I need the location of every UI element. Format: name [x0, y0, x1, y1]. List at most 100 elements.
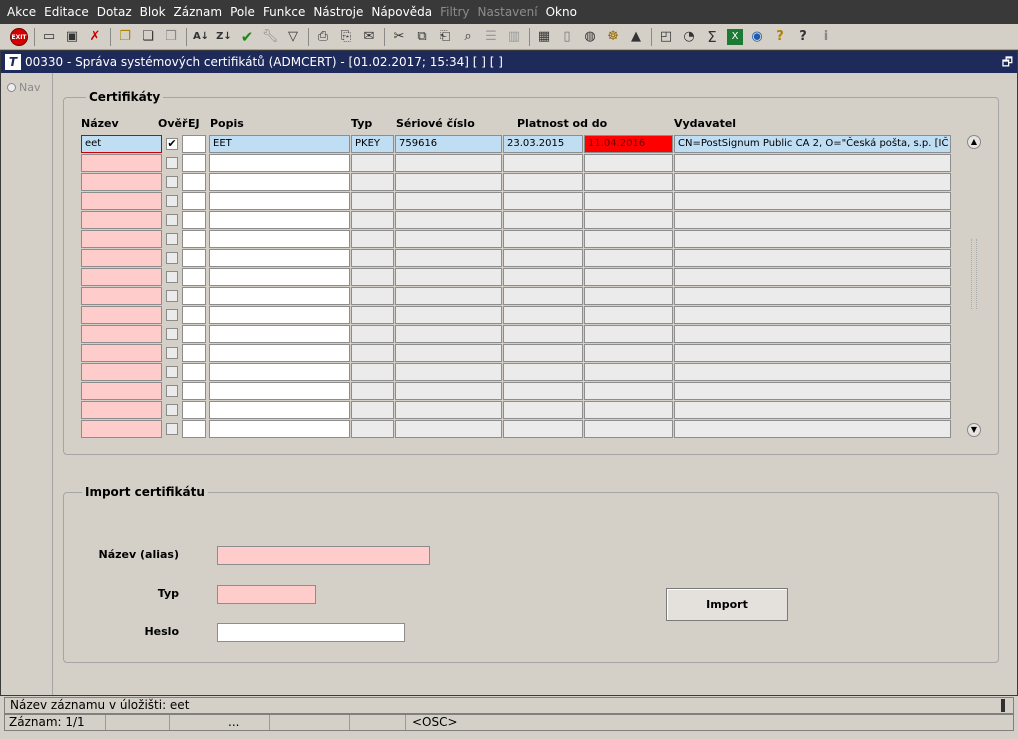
- cell-typ[interactable]: [351, 268, 394, 286]
- cell-typ[interactable]: [351, 325, 394, 343]
- cell-vydavatel[interactable]: [674, 192, 951, 210]
- cell-popis[interactable]: [209, 268, 350, 286]
- cell-platnost-od[interactable]: [503, 249, 583, 267]
- cell-nazev[interactable]: [81, 268, 162, 286]
- cell-platnost-do[interactable]: [584, 230, 673, 248]
- import-button[interactable]: Import: [666, 588, 788, 621]
- cell-popis[interactable]: [209, 249, 350, 267]
- cell-seriove[interactable]: [395, 382, 502, 400]
- cell-platnost-do[interactable]: [584, 249, 673, 267]
- cell-typ[interactable]: [351, 173, 394, 191]
- cell-platnost-do[interactable]: [584, 344, 673, 362]
- scroll-down-icon[interactable]: ▼: [967, 423, 981, 437]
- cell-seriove[interactable]: [395, 249, 502, 267]
- cell-nazev[interactable]: [81, 382, 162, 400]
- menu-nastroje[interactable]: Nástroje: [310, 5, 366, 19]
- menu-napoveda[interactable]: Nápověda: [368, 5, 435, 19]
- scroll-grip[interactable]: [971, 239, 977, 309]
- menu-akce[interactable]: Akce: [4, 5, 39, 19]
- cell-ej[interactable]: [182, 363, 206, 381]
- columns-icon[interactable]: ▥: [503, 26, 525, 48]
- menu-zaznam[interactable]: Záznam: [171, 5, 226, 19]
- clock-icon[interactable]: ◔: [678, 26, 700, 48]
- copy-icon[interactable]: ⧉: [411, 26, 433, 48]
- cell-nazev[interactable]: [81, 420, 162, 438]
- cell-seriove[interactable]: [395, 287, 502, 305]
- cell-platnost-do[interactable]: [584, 268, 673, 286]
- globe-icon[interactable]: ◍: [579, 26, 601, 48]
- cut-icon[interactable]: ✂: [388, 26, 410, 48]
- cell-platnost-od[interactable]: [503, 287, 583, 305]
- cell-popis[interactable]: [209, 420, 350, 438]
- cell-vydavatel[interactable]: [674, 382, 951, 400]
- cell-ej[interactable]: [182, 325, 206, 343]
- cell-platnost-od[interactable]: [503, 154, 583, 172]
- cell-platnost-do[interactable]: [584, 173, 673, 191]
- cell-seriove[interactable]: [395, 344, 502, 362]
- mountain-icon[interactable]: ▲: [625, 26, 647, 48]
- cell-seriove[interactable]: [395, 230, 502, 248]
- save-icon[interactable]: ▣: [61, 26, 83, 48]
- grid-scrollbar[interactable]: ▲ ▼: [967, 135, 981, 439]
- over-checkbox[interactable]: [166, 195, 178, 207]
- over-checkbox[interactable]: [166, 385, 178, 397]
- cell-seriove[interactable]: [395, 306, 502, 324]
- nazev-alias-input[interactable]: [217, 546, 430, 565]
- cell-popis[interactable]: [209, 173, 350, 191]
- sort-desc-icon[interactable]: Z↓: [213, 26, 235, 48]
- over-checkbox[interactable]: [166, 176, 178, 188]
- cell-ej[interactable]: [182, 287, 206, 305]
- sort-asc-icon[interactable]: A↓: [190, 26, 212, 48]
- cell-nazev[interactable]: [81, 192, 162, 210]
- sum-icon[interactable]: Σ: [701, 26, 723, 48]
- paste-icon[interactable]: ⎗: [434, 26, 456, 48]
- menu-okno[interactable]: Okno: [543, 5, 580, 19]
- cell-vydavatel[interactable]: [674, 249, 951, 267]
- heslo-input[interactable]: [217, 623, 405, 642]
- print-icon[interactable]: ⎙: [312, 26, 334, 48]
- cell-typ[interactable]: [351, 230, 394, 248]
- over-checkbox[interactable]: [166, 214, 178, 226]
- cell-vydavatel[interactable]: [674, 401, 951, 419]
- cell-vydavatel[interactable]: [674, 306, 951, 324]
- cell-nazev[interactable]: [81, 211, 162, 229]
- cell-typ[interactable]: [351, 344, 394, 362]
- cell-platnost-od[interactable]: [503, 192, 583, 210]
- over-checkbox[interactable]: [166, 366, 178, 378]
- cell-platnost-od[interactable]: [503, 230, 583, 248]
- help-icon[interactable]: ?: [769, 26, 791, 48]
- typ-input[interactable]: [217, 585, 316, 604]
- insert-record-icon[interactable]: ▭: [38, 26, 60, 48]
- cell-seriove[interactable]: [395, 173, 502, 191]
- menu-editace[interactable]: Editace: [41, 5, 92, 19]
- cell-platnost-do[interactable]: [584, 211, 673, 229]
- cell-nazev[interactable]: [81, 401, 162, 419]
- cell-seriove[interactable]: [395, 363, 502, 381]
- cell-nazev[interactable]: [81, 249, 162, 267]
- cell-seriove[interactable]: 759616: [395, 135, 502, 153]
- cell-typ[interactable]: [351, 249, 394, 267]
- cell-nazev[interactable]: [81, 344, 162, 362]
- cell-popis[interactable]: [209, 344, 350, 362]
- cell-typ[interactable]: [351, 382, 394, 400]
- cell-ej[interactable]: [182, 230, 206, 248]
- cell-platnost-od[interactable]: [503, 211, 583, 229]
- delete-record-icon[interactable]: ✗: [84, 26, 106, 48]
- over-checkbox[interactable]: [166, 271, 178, 283]
- cell-platnost-od[interactable]: 23.03.2015: [503, 135, 583, 153]
- cell-typ[interactable]: PKEY: [351, 135, 394, 153]
- cell-platnost-od[interactable]: [503, 306, 583, 324]
- menu-funkce[interactable]: Funkce: [260, 5, 308, 19]
- cell-typ[interactable]: [351, 420, 394, 438]
- cell-popis[interactable]: [209, 382, 350, 400]
- cell-popis[interactable]: [209, 192, 350, 210]
- document-icon[interactable]: ▯: [556, 26, 578, 48]
- cell-platnost-od[interactable]: [503, 401, 583, 419]
- list-icon[interactable]: ☰: [480, 26, 502, 48]
- cell-popis[interactable]: [209, 325, 350, 343]
- menu-nastaveni[interactable]: Nastavení: [475, 5, 541, 19]
- cell-ej[interactable]: [182, 382, 206, 400]
- cell-platnost-do[interactable]: [584, 192, 673, 210]
- cell-seriove[interactable]: [395, 192, 502, 210]
- over-checkbox[interactable]: [166, 157, 178, 169]
